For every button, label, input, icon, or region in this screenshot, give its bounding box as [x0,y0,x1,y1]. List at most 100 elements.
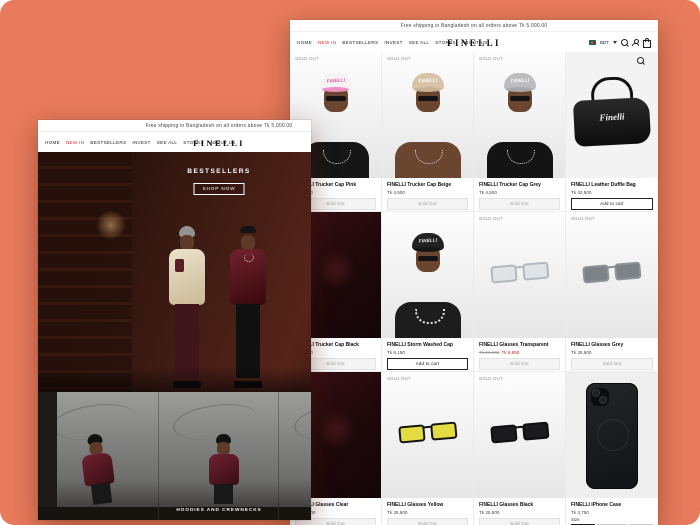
product-card[interactable]: FINELLI FINELLI Storm Washed Cap Tk 6,15… [382,212,474,372]
sold-out-badge: SOLD OUT [571,216,595,221]
nav-new-in[interactable]: NEW IN [318,40,336,45]
cart-bag-icon[interactable] [643,40,651,48]
product-title: FINELLI Glasses Transparent [479,342,560,348]
product-title: FINELLI iPhone Case [571,502,653,508]
sale-price: Tk 6,950 [501,350,519,355]
size-label: Size [571,517,653,522]
product-photo: SOLD OUT FINELLI [474,52,565,178]
product-price: Tk 25,500 [479,510,560,515]
product-price: Tk 26,500Tk 6,950 [479,350,560,355]
announcement-bar: Free shipping in Bangladesh on all order… [290,20,658,32]
product-grid: SOLD OUT FINELLI FINELLI Trucker Cap Pin… [290,52,658,525]
nav-home[interactable]: HOME [297,40,312,45]
product-photo: SOLD OUT [566,212,658,338]
sold-out-badge: SOLD OUT [387,56,411,61]
lookbook-photo [38,392,159,520]
sold-out-button[interactable]: Sold Out [571,358,653,370]
bangladesh-flag-icon [589,40,596,45]
nav-bestsellers[interactable]: BESTSELLERS [342,40,378,45]
product-photo: FINELLI [382,212,473,338]
hero-photo-lamp-glow [96,210,126,240]
hero-banner: BESTSELLERS SHOP NOW [38,152,311,392]
product-title: FINELLI Glasses Grey [571,342,653,348]
product-price: Tk 25,500 [387,510,468,515]
hero-photo-shelf-detail [38,152,132,392]
header-icons: BDT [589,32,651,53]
sold-out-badge: SOLD OUT [479,216,503,221]
product-price: Tk 4,500 [387,190,468,195]
product-price: Tk 25,500 [571,350,653,355]
model-figure [207,434,241,504]
product-photo: SOLD OUT FINELLI [382,52,473,178]
announcement-bar: Free shipping in Bangladesh on all order… [38,120,311,132]
product-title: FINELLI Glasses Black [479,502,560,508]
lookbook-caption: HOODIES AND CREWNECKS [38,508,311,513]
hero-model-cream-jacket [165,226,209,388]
currency-selector[interactable]: BDT [600,40,609,45]
nav-invest[interactable]: INVEST [384,40,402,45]
product-price: Tk 4,500 [479,190,560,195]
brand-logo[interactable]: FINELLI [193,138,245,148]
site-header: HOME NEW IN BESTSELLERS INVEST SEE ALL S… [38,132,311,154]
magsafe-ring-detail [597,419,629,451]
product-title: FINELLI Leather Duffle Bag [571,182,653,188]
nav-bestsellers[interactable]: BESTSELLERS [90,140,126,145]
product-price: Tk 6,150 [387,350,468,355]
sold-out-button[interactable]: Sold Out [387,198,468,210]
product-card[interactable]: FINELLI iPhone Case Tk 3,750 Size iPhone… [566,372,658,525]
hero-photo-floor-shadow [38,366,311,392]
product-card[interactable]: SOLD OUT FINELLI FINELLI Trucker Cap Bei… [382,52,474,212]
sold-out-button[interactable]: Sold Out [387,518,468,525]
nav-see-all[interactable]: SEE ALL [409,40,430,45]
hero-heading: BESTSELLERS [38,168,311,175]
nav-home[interactable]: HOME [45,140,60,145]
shop-now-button[interactable]: SHOP NOW [194,183,245,195]
product-photo: SOLD OUT [474,372,565,498]
brand-logo[interactable]: FINELLI [447,38,501,48]
product-card[interactable]: SOLD OUT FINELLI Glasses Black Tk 25,500… [474,372,566,525]
graffiti-detail [292,399,311,445]
product-title: FINELLI Trucker Cap Grey [479,182,560,188]
compare-at-price: Tk 26,500 [479,350,499,355]
product-card[interactable]: SOLD OUT FINELLI Glasses Transparent Tk … [474,212,566,372]
lookbook-photo [159,392,280,520]
collection-search-icon[interactable] [637,57,644,64]
lookbook-photo [279,392,311,520]
product-photo: Finelli [566,52,658,178]
product-card[interactable]: SOLD OUT FINELLI FINELLI Trucker Cap Gre… [474,52,566,212]
storefront-window-collection: Free shipping in Bangladesh on all order… [290,20,658,525]
product-photo [566,372,658,498]
product-card[interactable]: Finelli FINELLI Leather Duffle Bag Tk 42… [566,52,658,212]
lookbook-strip: HOODIES AND CREWNECKS [38,392,311,520]
add-to-cart-button[interactable]: Add to cart [571,198,653,210]
product-price: Tk 3,750 [571,510,653,515]
nav-new-in[interactable]: NEW IN [66,140,84,145]
product-title: FINELLI Storm Washed Cap [387,342,468,348]
nav-see-all[interactable]: SEE ALL [157,140,178,145]
product-card[interactable]: SOLD OUT FINELLI Glasses Yellow Tk 25,50… [382,372,474,525]
sold-out-badge: SOLD OUT [295,56,319,61]
product-title: FINELLI Glasses Yellow [387,502,468,508]
photo-dark-edge [38,392,57,520]
sold-out-button[interactable]: Sold Out [479,198,560,210]
bag-script-text: Finelli [599,111,625,122]
sold-out-badge: SOLD OUT [479,376,503,381]
product-photo: SOLD OUT [474,212,565,338]
site-header: HOME NEW IN BESTSELLERS INVEST SEE ALL S… [290,32,658,54]
sold-out-badge: SOLD OUT [387,376,411,381]
sold-out-badge: SOLD OUT [479,56,503,61]
nav-invest[interactable]: INVEST [132,140,150,145]
sold-out-button[interactable]: Sold Out [479,358,560,370]
product-card[interactable]: SOLD OUT FINELLI Glasses Grey Tk 25,500 … [566,212,658,372]
product-photo: SOLD OUT [382,372,473,498]
camera-detail [591,388,609,406]
hero-model-burgundy-jacket [226,226,270,388]
chevron-down-icon [613,41,617,44]
add-to-cart-button[interactable]: Add to cart [387,358,468,370]
product-price: Tk 42,500 [571,190,653,195]
desktop-background: Free shipping in Bangladesh on all order… [0,0,700,525]
search-icon[interactable] [621,39,628,46]
sold-out-button[interactable]: Sold Out [479,518,560,525]
account-icon[interactable] [632,39,639,46]
storefront-window-home: Free shipping in Bangladesh on all order… [38,120,311,520]
